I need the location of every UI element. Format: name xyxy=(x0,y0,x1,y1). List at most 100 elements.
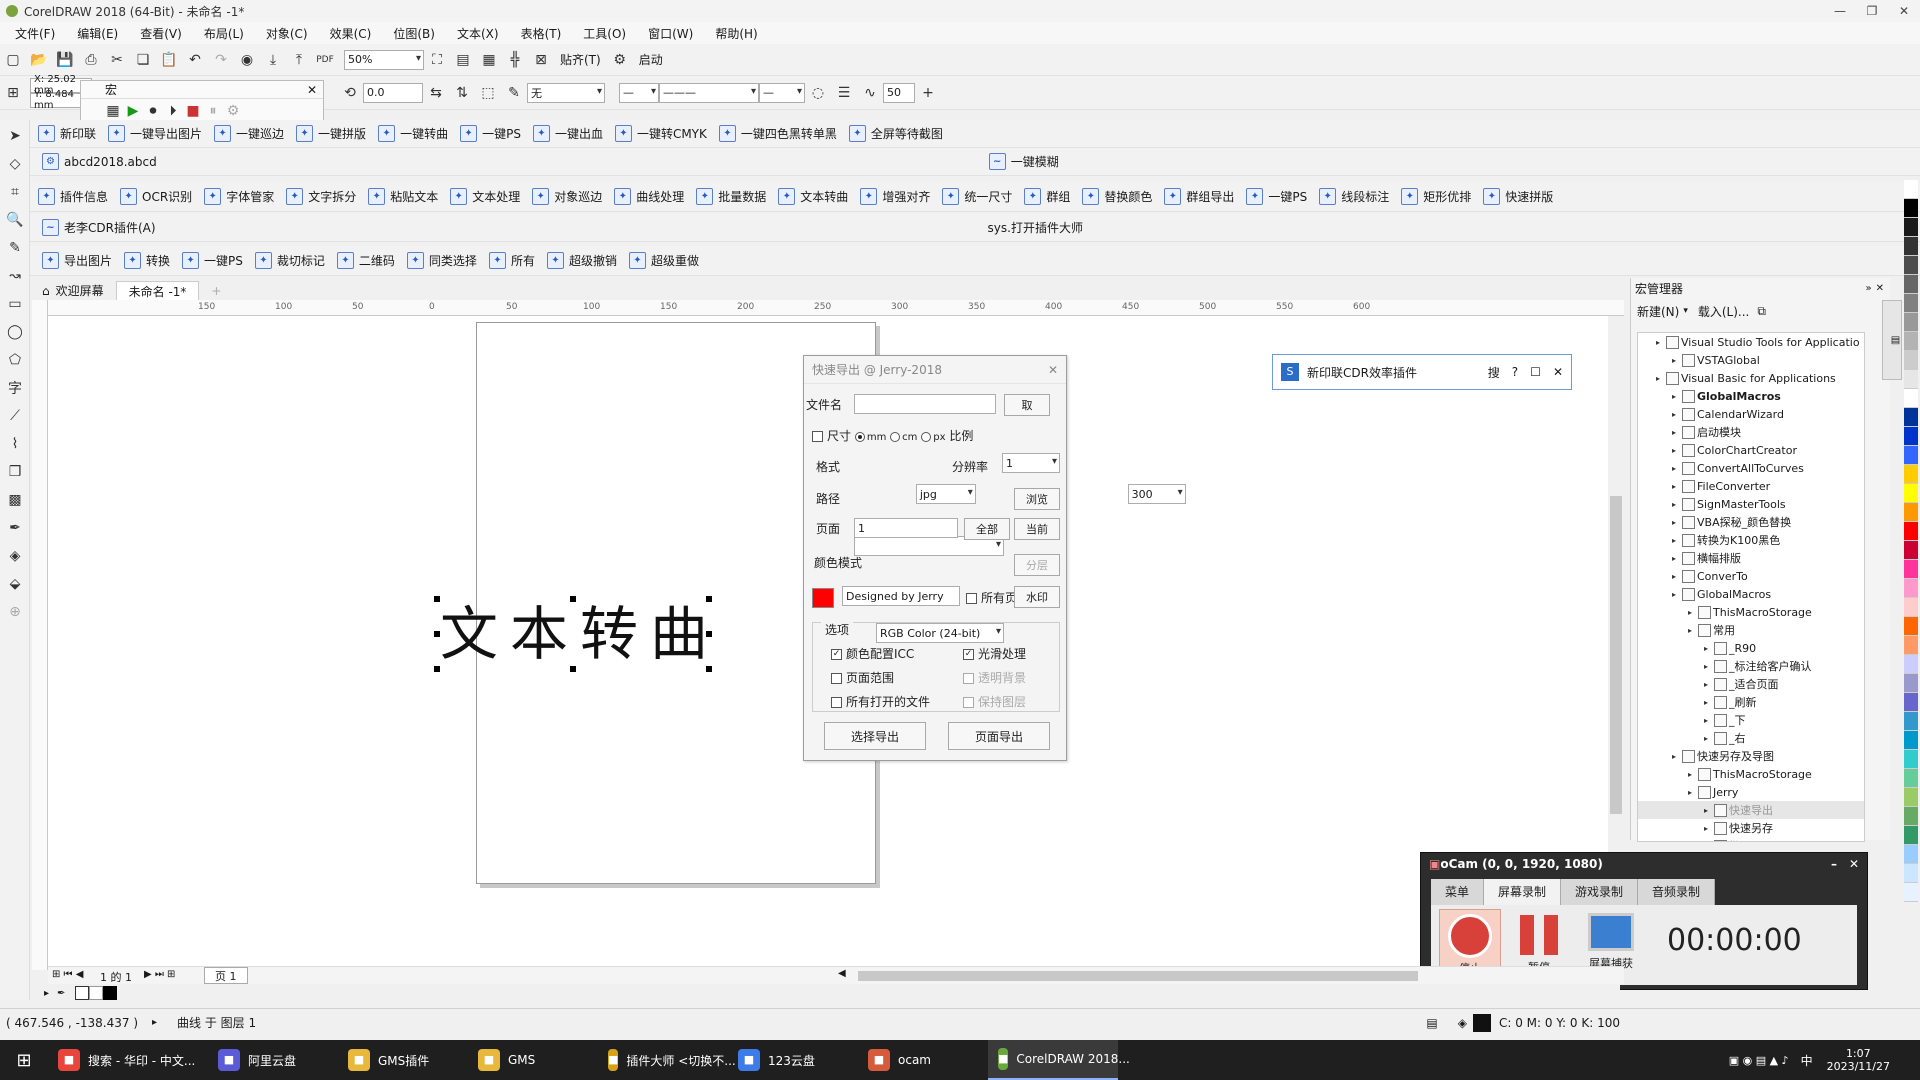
palette-swatch[interactable] xyxy=(1904,465,1918,484)
plugin3-button-8[interactable]: ✦ 批量数据 xyxy=(690,185,772,209)
macro-tree-node[interactable]: ▸ ThisMacroStorage xyxy=(1638,603,1864,621)
drop-shadow-icon[interactable]: ❒ xyxy=(2,460,28,484)
taskbar-app[interactable]: ■ GMS插件 xyxy=(338,1040,468,1080)
palette-swatch[interactable] xyxy=(1904,560,1918,579)
plugin1-button-1[interactable]: ✦ 一键导出图片 xyxy=(102,122,208,146)
macro-tree-node[interactable]: ▸ _标注给客户确认 xyxy=(1638,657,1864,675)
palette-swatch[interactable] xyxy=(1904,313,1918,332)
palette-swatch[interactable] xyxy=(1904,446,1918,465)
menu-item-0[interactable]: 文件(F) xyxy=(4,25,66,42)
laoli-plugin-button[interactable]: ~ 老李CDR插件(A) xyxy=(36,216,162,240)
tree-toggle-icon[interactable]: ▸ xyxy=(1704,824,1714,833)
plugin3-button-7[interactable]: ✦ 曲线处理 xyxy=(608,185,690,209)
browse-button[interactable]: 浏览 xyxy=(1014,488,1060,510)
open-plugin-master-button[interactable]: sys.打开插件大师 xyxy=(982,216,1089,240)
tree-toggle-icon[interactable]: ▸ xyxy=(1672,554,1682,563)
tree-toggle-icon[interactable]: ▸ xyxy=(1688,770,1698,779)
filename-input[interactable] xyxy=(854,394,996,414)
opt-all-files-checkbox[interactable] xyxy=(831,697,842,708)
tree-toggle-icon[interactable]: ▸ xyxy=(1656,338,1666,347)
options-gear-icon[interactable]: ⚙ xyxy=(607,48,633,72)
palette-swatch[interactable] xyxy=(1904,275,1918,294)
plugin5-button-4[interactable]: ✦ 二维码 xyxy=(331,249,401,273)
palette-swatch[interactable] xyxy=(1904,541,1918,560)
macro-load-button[interactable]: 载入(L)... xyxy=(1698,303,1750,320)
macro-tree-node[interactable]: ▸ ColorChartCreator xyxy=(1638,441,1864,459)
macro-tree-node[interactable]: ▸ ConvertAllToCurves xyxy=(1638,459,1864,477)
tree-toggle-icon[interactable]: ▸ xyxy=(1672,572,1682,581)
macro-tree-node[interactable]: ▸ FileConverter xyxy=(1638,477,1864,495)
macro-tree-node[interactable]: ▸ VSTAGlobal xyxy=(1638,351,1864,369)
add-tab-icon[interactable]: + xyxy=(199,281,233,300)
macro-tree-node[interactable]: ▸ _下 xyxy=(1638,711,1864,729)
line-style-select[interactable]: ——— xyxy=(659,82,759,103)
macro-tree-node[interactable]: ▸ SignMasterTools xyxy=(1638,495,1864,513)
tree-toggle-icon[interactable]: ▸ xyxy=(1672,392,1682,401)
watermark-button[interactable]: 水印 xyxy=(1014,586,1060,608)
plugin3-button-4[interactable]: ✦ 粘贴文本 xyxy=(362,185,444,209)
new-doc-icon[interactable]: ▢ xyxy=(0,48,26,72)
line-end-select[interactable]: — xyxy=(759,82,805,103)
tree-toggle-icon[interactable]: ▸ xyxy=(1688,626,1698,635)
macro-tree-node[interactable]: ▸ 批量导图 xyxy=(1638,837,1864,841)
plugin3-button-16[interactable]: ✦ 线段标注 xyxy=(1313,185,1395,209)
h-scroll-thumb[interactable] xyxy=(858,971,1418,981)
outline-width-select[interactable]: 无 xyxy=(527,82,605,103)
h-scroll-left-icon[interactable]: ◀ xyxy=(838,968,846,979)
palette-swatch[interactable] xyxy=(1904,807,1918,826)
palette-swatch[interactable] xyxy=(1904,598,1918,617)
vertical-ruler[interactable] xyxy=(32,300,48,970)
menu-item-6[interactable]: 位图(B) xyxy=(382,25,446,42)
opt-smooth-checkbox[interactable]: ✓ xyxy=(963,649,974,660)
tree-toggle-icon[interactable]: ▸ xyxy=(1688,788,1698,797)
macro-toolbar-close-icon[interactable]: ✕ xyxy=(307,83,323,97)
docker-close-icon[interactable]: ✕ xyxy=(1876,283,1884,294)
status-arrow-icon[interactable]: ▸ xyxy=(152,1017,157,1028)
full-screen-icon[interactable]: ⛶ xyxy=(424,48,450,72)
page-nav-icons[interactable]: ⊞ ⏮ ◀ xyxy=(52,969,83,980)
palette-swatch[interactable] xyxy=(1904,218,1918,237)
smart-fill-icon[interactable]: ⬙ xyxy=(2,572,28,596)
docker-collapse-icon[interactable]: » xyxy=(1865,283,1871,294)
macro-tree-node[interactable]: ▸ 快速另存及导图 xyxy=(1638,747,1864,765)
taskbar-app[interactable]: ■ GMS xyxy=(468,1040,598,1080)
palette-swatch[interactable] xyxy=(1904,199,1918,218)
tree-toggle-icon[interactable]: ▸ xyxy=(1704,716,1714,725)
palette-swatch[interactable] xyxy=(1904,826,1918,845)
macro-tree-node[interactable]: ▸ 转换为K100黑色 xyxy=(1638,531,1864,549)
ocam-tab-3[interactable]: 音频录制 xyxy=(1638,879,1716,905)
plugin5-button-2[interactable]: ✦ 一键PS xyxy=(176,249,249,273)
palette-swatch[interactable] xyxy=(1904,750,1918,769)
export-icon[interactable]: ⤒ xyxy=(286,48,312,72)
palette-swatch[interactable] xyxy=(1904,180,1918,199)
dpi-select[interactable]: 300 xyxy=(1127,484,1186,504)
size-checkbox[interactable] xyxy=(812,431,823,442)
macro-tree-node[interactable]: ▸ _R90 xyxy=(1638,639,1864,657)
grid-icon[interactable]: ▦ xyxy=(476,48,502,72)
palette-swatch[interactable] xyxy=(1904,351,1918,370)
tree-toggle-icon[interactable]: ▸ xyxy=(1672,518,1682,527)
corel-connect-icon[interactable]: ◉ xyxy=(234,48,260,72)
restore-icon[interactable]: ❐ xyxy=(1856,0,1888,22)
taskbar-app[interactable]: ■ 插件大师 <切换不... xyxy=(598,1040,736,1080)
zoom-tool-icon[interactable]: 🔍 xyxy=(2,208,28,232)
swatch-black[interactable] xyxy=(103,986,118,1000)
unit-cm-radio[interactable] xyxy=(890,431,901,442)
page-1-tab[interactable]: 页 1 xyxy=(204,967,248,984)
plugin3-button-9[interactable]: ✦ 文本转曲 xyxy=(772,185,854,209)
menu-item-2[interactable]: 查看(V) xyxy=(129,25,193,42)
taskbar-app[interactable]: ■ 123云盘 xyxy=(728,1040,858,1080)
plugin3-button-0[interactable]: ✦ 插件信息 xyxy=(32,185,114,209)
clock[interactable]: 1:07 2023/11/27 xyxy=(1827,1047,1890,1073)
plugin1-button-6[interactable]: ✦ 一键出血 xyxy=(527,122,609,146)
palette-swatch[interactable] xyxy=(1904,788,1918,807)
tree-toggle-icon[interactable]: ▸ xyxy=(1688,608,1698,617)
macro-tree-node[interactable]: ▸ 启动模块 xyxy=(1638,423,1864,441)
polygon-tool-icon[interactable]: ⬠ xyxy=(2,348,28,372)
new-dropdown-icon[interactable]: ▾ xyxy=(1683,306,1688,316)
palette-swatch[interactable] xyxy=(1904,693,1918,712)
ocam-minimize-icon[interactable]: – xyxy=(1831,857,1837,871)
menu-item-3[interactable]: 布局(L) xyxy=(193,25,255,42)
handle-tl[interactable] xyxy=(434,596,440,602)
plugin3-button-6[interactable]: ✦ 对象巡边 xyxy=(526,185,608,209)
